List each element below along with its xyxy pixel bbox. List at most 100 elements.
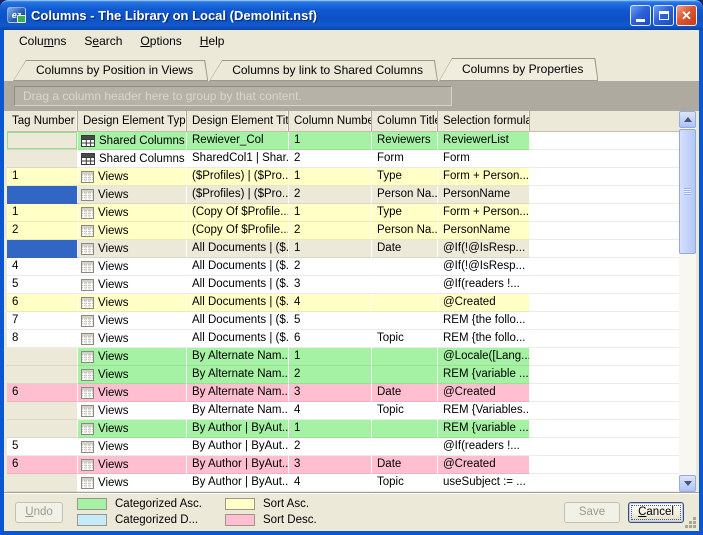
save-button[interactable]: Save [564, 502, 620, 523]
cell-column-title[interactable] [372, 348, 438, 366]
cell-design-element-type[interactable]: Views [78, 402, 187, 420]
cell-tag-number[interactable] [7, 186, 78, 204]
cell-column-title[interactable] [372, 294, 438, 312]
cell-design-element-type[interactable]: Views [78, 258, 187, 276]
scrollbar-down-button[interactable] [679, 475, 696, 492]
cell-design-element-title[interactable]: All Documents | ($... [187, 294, 289, 312]
table-row[interactable]: ViewsBy Alternate Nam...4TopicREM {Varia… [7, 402, 679, 420]
cell-selection-formula[interactable]: PersonName [438, 222, 530, 240]
cell-design-element-type[interactable]: Views [78, 276, 187, 294]
table-row[interactable]: 6ViewsAll Documents | ($...4@Created [7, 294, 679, 312]
cell-selection-formula[interactable]: REM {Variables... [438, 402, 530, 420]
cell-design-element-type[interactable]: Views [78, 348, 187, 366]
cell-column-number[interactable]: 2 [289, 258, 372, 276]
cell-column-number[interactable]: 1 [289, 132, 372, 150]
cell-tag-number[interactable] [7, 240, 78, 258]
table-row[interactable]: 7ViewsAll Documents | ($...5REM {the fol… [7, 312, 679, 330]
scrollbar-up-button[interactable] [679, 111, 696, 128]
tab-columns-by-position-in-views[interactable]: Columns by Position in Views [13, 60, 208, 81]
cell-column-number[interactable]: 3 [289, 276, 372, 294]
tab-columns-by-properties[interactable]: Columns by Properties [439, 58, 598, 81]
cell-design-element-type[interactable]: Views [78, 330, 187, 348]
cell-column-number[interactable]: 1 [289, 348, 372, 366]
cell-column-title[interactable]: Topic [372, 474, 438, 492]
cell-column-title[interactable] [372, 312, 438, 330]
menu-item-search[interactable]: Search [75, 31, 131, 51]
cell-tag-number[interactable]: 6 [7, 294, 78, 312]
table-row[interactable]: Views($Profiles) | ($Pro...2Person Na...… [7, 186, 679, 204]
undo-button[interactable]: Undo [15, 502, 63, 523]
menu-item-help[interactable]: Help [191, 31, 234, 51]
tab-columns-by-link-to-shared-columns[interactable]: Columns by link to Shared Columns [209, 60, 438, 81]
minimize-button[interactable] [630, 5, 651, 26]
cell-design-element-title[interactable]: SharedCol1 | Shar... [187, 150, 289, 168]
cell-column-number[interactable]: 2 [289, 186, 372, 204]
cell-column-title[interactable] [372, 420, 438, 438]
cell-tag-number[interactable]: 1 [7, 204, 78, 222]
cell-column-number[interactable]: 1 [289, 420, 372, 438]
close-button[interactable]: ✕ [676, 5, 697, 26]
cell-column-number[interactable]: 5 [289, 312, 372, 330]
cell-column-title[interactable]: Type [372, 168, 438, 186]
cell-column-title[interactable]: Date [372, 240, 438, 258]
cell-column-number[interactable]: 1 [289, 240, 372, 258]
cell-design-element-title[interactable]: Rewiever_Col [187, 132, 289, 150]
cell-selection-formula[interactable]: @If(readers !... [438, 438, 530, 456]
cell-tag-number[interactable]: 5 [7, 438, 78, 456]
cell-tag-number[interactable]: 2 [7, 222, 78, 240]
cell-design-element-title[interactable]: By Author | ByAut... [187, 420, 289, 438]
cell-selection-formula[interactable]: REM {the follo... [438, 330, 530, 348]
table-row[interactable]: 1Views(Copy Of $Profile...1TypeForm + Pe… [7, 204, 679, 222]
cell-tag-number[interactable] [7, 474, 78, 492]
cell-design-element-title[interactable]: By Alternate Nam... [187, 366, 289, 384]
cell-design-element-title[interactable]: ($Profiles) | ($Pro... [187, 168, 289, 186]
cell-design-element-title[interactable]: (Copy Of $Profile... [187, 222, 289, 240]
cell-design-element-type[interactable]: Views [78, 240, 187, 258]
cell-tag-number[interactable]: 8 [7, 330, 78, 348]
table-row[interactable]: 6ViewsBy Author | ByAut...3Date@Created [7, 456, 679, 474]
cell-design-element-type[interactable]: Views [78, 420, 187, 438]
cell-selection-formula[interactable]: @If(!@IsResp... [438, 258, 530, 276]
table-row[interactable]: ViewsBy Alternate Nam...2REM {variable .… [7, 366, 679, 384]
cell-column-title[interactable]: Date [372, 456, 438, 474]
cell-column-title[interactable]: Topic [372, 330, 438, 348]
cell-tag-number[interactable] [7, 420, 78, 438]
resize-grip[interactable] [683, 515, 697, 529]
cell-tag-number[interactable]: 1 [7, 168, 78, 186]
cell-design-element-title[interactable]: By Author | ByAut... [187, 438, 289, 456]
cell-design-element-type[interactable]: Shared Columns [78, 132, 187, 150]
cell-column-number[interactable]: 4 [289, 294, 372, 312]
table-row[interactable]: Shared ColumnsSharedCol1 | Shar...2FormF… [7, 150, 679, 168]
cell-column-title[interactable] [372, 276, 438, 294]
cell-selection-formula[interactable]: @Created [438, 456, 530, 474]
cell-design-element-type[interactable]: Views [78, 456, 187, 474]
cell-design-element-title[interactable]: By Alternate Nam... [187, 384, 289, 402]
cell-column-title[interactable]: Person Na... [372, 222, 438, 240]
cell-tag-number[interactable] [7, 402, 78, 420]
cell-column-title[interactable]: Reviewers [372, 132, 438, 150]
cell-selection-formula[interactable]: Form + Person... [438, 204, 530, 222]
cell-selection-formula[interactable]: REM {the follo... [438, 312, 530, 330]
cell-column-number[interactable]: 1 [289, 168, 372, 186]
cell-tag-number[interactable] [7, 366, 78, 384]
menu-item-options[interactable]: Options [131, 31, 190, 51]
menu-item-columns[interactable]: Columns [10, 31, 75, 51]
table-row[interactable]: 5ViewsAll Documents | ($...3@If(readers … [7, 276, 679, 294]
cell-column-title[interactable] [372, 438, 438, 456]
cell-selection-formula[interactable]: REM {variable ... [438, 420, 530, 438]
table-row[interactable]: Shared ColumnsRewiever_Col1ReviewersRevi… [7, 132, 679, 150]
cell-column-number[interactable]: 2 [289, 222, 372, 240]
cell-design-element-title[interactable]: All Documents | ($... [187, 240, 289, 258]
column-header-column-title[interactable]: Column Title [372, 111, 438, 131]
table-row[interactable]: ViewsBy Author | ByAut...4TopicuseSubjec… [7, 474, 679, 492]
vertical-scrollbar[interactable] [679, 111, 696, 492]
cell-column-title[interactable]: Topic [372, 402, 438, 420]
group-by-drop-zone[interactable]: Drag a column header here to group by th… [14, 86, 452, 106]
cell-tag-number[interactable] [7, 132, 78, 150]
cell-column-number[interactable]: 1 [289, 204, 372, 222]
cell-column-number[interactable]: 2 [289, 438, 372, 456]
cell-design-element-title[interactable]: ($Profiles) | ($Pro... [187, 186, 289, 204]
cell-tag-number[interactable] [7, 348, 78, 366]
cell-design-element-title[interactable]: All Documents | ($... [187, 258, 289, 276]
cell-column-number[interactable]: 6 [289, 330, 372, 348]
